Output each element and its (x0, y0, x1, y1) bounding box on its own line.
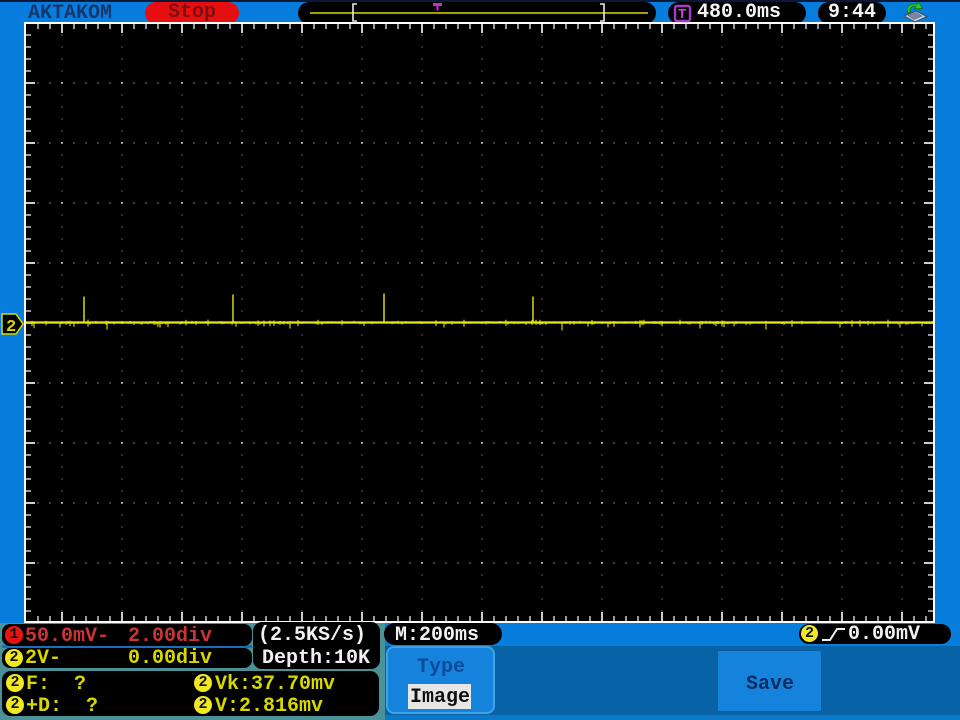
svg-text:2: 2 (6, 318, 16, 337)
svg-text:T: T (678, 7, 686, 23)
